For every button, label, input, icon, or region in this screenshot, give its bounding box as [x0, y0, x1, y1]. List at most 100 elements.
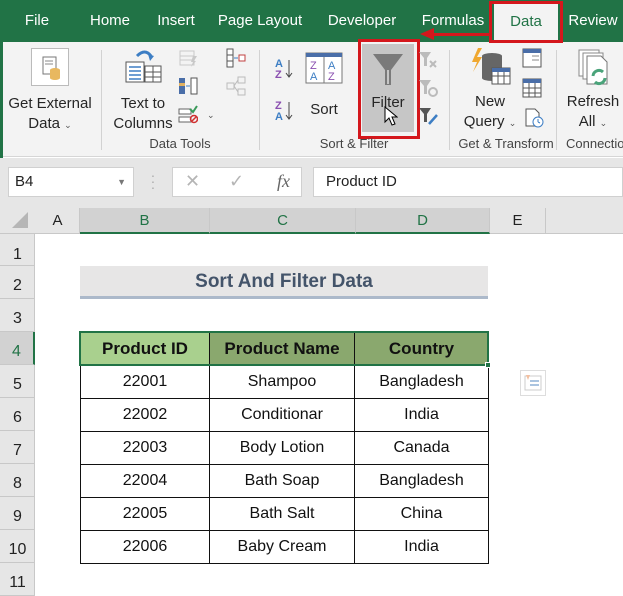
relationships-icon[interactable]: [226, 76, 246, 96]
get-transform-group-label: Get & Transform: [458, 136, 554, 151]
sort-filter-group-label: Sort & Filter: [319, 136, 389, 151]
tab-review[interactable]: Review: [562, 0, 623, 42]
confirm-entry-icon[interactable]: ✓: [229, 171, 244, 192]
product-table: Product ID Product Name Country 22001 Sh…: [80, 332, 489, 564]
sort-z-to-a-icon: ZA: [275, 100, 293, 123]
row-header-5[interactable]: 5: [0, 365, 35, 398]
show-queries-icon[interactable]: [522, 48, 542, 68]
text-to-columns-label-1: Text to: [120, 95, 166, 112]
tab-developer[interactable]: Developer: [318, 0, 406, 42]
header-country[interactable]: Country: [354, 332, 489, 366]
data-tools-group-label: Data Tools: [149, 136, 211, 151]
advanced-filter-button[interactable]: [418, 106, 438, 126]
cell-product-name[interactable]: Baby Cream: [209, 530, 355, 564]
cell-country[interactable]: Bangladesh: [354, 464, 489, 498]
row-headers: 1 2 3 4 5 6 7 8 9 10 11: [0, 234, 35, 596]
remove-duplicates-icon[interactable]: [178, 76, 198, 96]
cell-product-id[interactable]: 22005: [80, 497, 210, 531]
database-file-icon: [31, 48, 69, 86]
cell-country[interactable]: India: [354, 530, 489, 564]
group-separator: [101, 50, 102, 150]
sort-a-to-z-icon: AZ: [275, 58, 293, 81]
insert-function-icon[interactable]: fx: [277, 171, 290, 192]
name-box-dropdown-icon[interactable]: ▼: [117, 168, 126, 196]
table-row: 22006 Baby Cream India: [80, 530, 489, 564]
cell-country[interactable]: India: [354, 398, 489, 432]
worksheet-grid[interactable]: Sort And Filter Data Product ID Product …: [36, 234, 623, 596]
cell-product-id[interactable]: 22001: [80, 365, 210, 399]
recent-sources-icon[interactable]: [524, 108, 544, 128]
row-header-4[interactable]: 4: [0, 332, 35, 365]
sort-a-to-z-button[interactable]: AZ: [274, 56, 294, 81]
table-header-row: Product ID Product Name Country: [80, 332, 489, 366]
tab-data[interactable]: Data: [494, 4, 558, 42]
cell-product-name[interactable]: Bath Salt: [209, 497, 355, 531]
tab-file[interactable]: File: [12, 0, 62, 42]
tab-page-layout[interactable]: Page Layout: [212, 0, 308, 42]
column-header-a[interactable]: A: [36, 208, 80, 234]
formula-buttons: ✕ ✓ fx: [172, 167, 302, 197]
row-header-1[interactable]: 1: [0, 234, 35, 266]
filter-button[interactable]: Filter: [362, 44, 414, 132]
group-separator: [259, 50, 260, 150]
formula-input[interactable]: Product ID: [313, 167, 623, 197]
cell-product-id[interactable]: 22004: [80, 464, 210, 498]
row-header-6[interactable]: 6: [0, 398, 35, 431]
cancel-entry-icon[interactable]: ✕: [185, 171, 200, 192]
cell-country[interactable]: Canada: [354, 431, 489, 465]
row-header-8[interactable]: 8: [0, 464, 35, 497]
cell-country[interactable]: China: [354, 497, 489, 531]
new-query-button[interactable]: New Query ⌄: [456, 48, 524, 134]
formula-bar: B4 ▼ · · · ✕ ✓ fx Product ID: [0, 158, 623, 208]
header-product-name[interactable]: Product Name: [209, 332, 355, 366]
get-external-data-button[interactable]: Get External Data ⌄: [4, 44, 96, 134]
column-header-b[interactable]: B: [80, 208, 210, 234]
cell-product-id[interactable]: 22006: [80, 530, 210, 564]
column-header-c[interactable]: C: [210, 208, 356, 234]
data-validation-icon[interactable]: [178, 104, 199, 124]
new-query-icon: [468, 48, 512, 88]
chevron-down-icon: ⌄: [599, 118, 608, 128]
row-header-3[interactable]: 3: [0, 299, 35, 332]
from-table-icon[interactable]: [522, 78, 542, 98]
header-product-id[interactable]: Product ID: [80, 332, 210, 366]
cell-product-name[interactable]: Body Lotion: [209, 431, 355, 465]
quick-analysis-button[interactable]: [520, 370, 546, 396]
row-header-11[interactable]: 11: [0, 563, 35, 596]
cell-product-name[interactable]: Bath Soap: [209, 464, 355, 498]
connections-group-label: Connectio: [566, 136, 623, 151]
text-to-columns-button[interactable]: Text to Columns: [108, 48, 178, 134]
sort-z-to-a-button[interactable]: ZA: [274, 98, 294, 123]
cell-country[interactable]: Bangladesh: [354, 365, 489, 399]
flash-fill-icon[interactable]: [178, 48, 198, 68]
tab-insert[interactable]: Insert: [148, 0, 204, 42]
get-external-data-label-1: Get External: [8, 95, 92, 112]
sheet-title-cell[interactable]: Sort And Filter Data: [80, 266, 488, 299]
svg-text:A: A: [310, 71, 318, 83]
formula-bar-resize-handle[interactable]: · · ·: [150, 168, 156, 194]
chevron-down-icon[interactable]: ⌄: [207, 110, 215, 121]
cell-product-id[interactable]: 22003: [80, 431, 210, 465]
select-all-icon[interactable]: [12, 212, 28, 228]
reapply-filter-button[interactable]: [418, 78, 438, 98]
clear-filter-button[interactable]: [418, 50, 438, 70]
column-header-d[interactable]: D: [356, 208, 490, 234]
cell-product-id[interactable]: 22002: [80, 398, 210, 432]
fill-handle[interactable]: [485, 362, 491, 368]
column-header-e[interactable]: E: [490, 208, 546, 234]
sort-button[interactable]: ZAAZ Sort: [302, 52, 346, 134]
annotation-arrow-head-icon: [420, 28, 434, 40]
get-external-data-label-2: Data: [28, 115, 60, 132]
row-header-9[interactable]: 9: [0, 497, 35, 530]
svg-text:A: A: [275, 111, 283, 122]
name-box[interactable]: B4 ▼: [8, 167, 134, 197]
refresh-all-icon: [573, 48, 613, 88]
row-header-10[interactable]: 10: [0, 530, 35, 563]
cell-product-name[interactable]: Shampoo: [209, 365, 355, 399]
refresh-all-button[interactable]: Refresh All ⌄: [562, 48, 623, 134]
row-header-2[interactable]: 2: [0, 266, 35, 299]
tab-home[interactable]: Home: [80, 0, 140, 42]
consolidate-icon[interactable]: [226, 48, 246, 68]
cell-product-name[interactable]: Conditionar: [209, 398, 355, 432]
row-header-7[interactable]: 7: [0, 431, 35, 464]
